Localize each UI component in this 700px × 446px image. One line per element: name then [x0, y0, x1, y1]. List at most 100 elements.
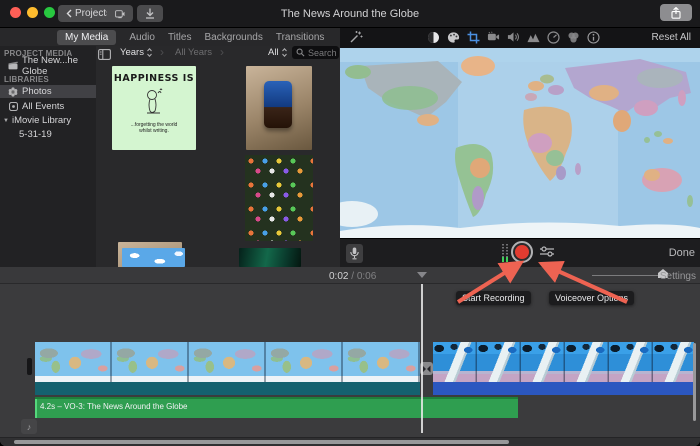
- disclosure-triangle-icon[interactable]: ▼: [3, 118, 9, 124]
- clip-filter-icon[interactable]: [567, 30, 580, 44]
- timeline-clip-waterfall-video[interactable]: [433, 342, 694, 382]
- zoom-window-button[interactable]: [44, 7, 55, 18]
- media-thumbnail-game-clouds[interactable]: [122, 248, 185, 267]
- sidebar-item-all-events[interactable]: All Events: [0, 100, 96, 113]
- titlebar: Projects The News Around the Globe: [0, 0, 700, 28]
- sidebar-item-imovie-library[interactable]: ▼ iMovie Library: [0, 114, 96, 127]
- media-thumbnail-happiness-card[interactable]: HAPPINESS IS ...forgetting the world whi…: [112, 66, 196, 150]
- media-browser: Years › All Years › All Search HAPPINESS…: [96, 46, 340, 267]
- share-button[interactable]: [660, 4, 692, 21]
- sidebar-item-label: All Events: [22, 101, 64, 112]
- pane-toggle-icon: [98, 49, 111, 60]
- microphone-icon: [350, 247, 359, 260]
- settings-button[interactable]: Settings: [660, 271, 696, 282]
- audio-level-meter: [502, 244, 508, 262]
- done-button[interactable]: Done: [669, 247, 695, 259]
- sidebar-item-photos[interactable]: Photos: [0, 85, 96, 98]
- minimize-window-button[interactable]: [27, 7, 38, 18]
- record-icon: [515, 245, 529, 259]
- viewer-panel: Reset All: [340, 28, 700, 267]
- reset-all-button[interactable]: Reset All: [652, 32, 691, 43]
- filter-dropdown[interactable]: All: [268, 47, 287, 58]
- current-time: 0:02: [329, 271, 348, 282]
- updown-chevrons-icon: [147, 48, 152, 57]
- browser-filter-row: Years › All Years › All Search: [96, 46, 340, 60]
- background-music-well[interactable]: ♪: [21, 419, 37, 434]
- breadcrumb-all-years[interactable]: All Years: [175, 47, 212, 58]
- timecode: 0:02 / 0:06: [329, 271, 376, 282]
- timeline: Start Recording Voiceover Options 4.2s –…: [0, 284, 700, 446]
- color-correction-icon[interactable]: [447, 30, 460, 44]
- timeline-clip-waterfall-audio-strip[interactable]: [433, 382, 694, 395]
- voiceover-options-icon: [539, 245, 555, 258]
- group-by-label: Years: [120, 47, 144, 58]
- media-thumbnail-homescreen[interactable]: [245, 155, 313, 241]
- viewer-toolbar: Reset All: [340, 28, 700, 48]
- timeline-hscroll-thumb[interactable]: [14, 440, 509, 444]
- voiceover-audio-clip[interactable]: 4.2s – VO-3: The News Around the Globe: [35, 397, 518, 418]
- enhance-wand-icon[interactable]: [349, 30, 363, 49]
- photos-flower-icon: [8, 87, 18, 97]
- tab-backgrounds[interactable]: Backgrounds: [204, 32, 262, 43]
- microphone-button[interactable]: [346, 244, 363, 263]
- media-thumbnail-can-photo[interactable]: [246, 66, 312, 150]
- sidebar-item-project[interactable]: The New...he Globe: [0, 59, 96, 72]
- search-placeholder: Search: [308, 48, 337, 58]
- total-duration: 0:06: [357, 271, 376, 282]
- import-button[interactable]: [137, 5, 163, 22]
- share-icon: [671, 7, 681, 19]
- voiceover-options-button[interactable]: [539, 245, 555, 263]
- tab-titles[interactable]: Titles: [168, 32, 192, 43]
- happiness-card-caption-line2: whilst writing.: [112, 128, 196, 134]
- chevron-left-icon: [66, 9, 72, 18]
- filter-label: All: [268, 47, 279, 58]
- camera-import-icon: [115, 9, 125, 19]
- media-thumbnail-aurora[interactable]: [239, 248, 301, 267]
- close-window-button[interactable]: [10, 7, 21, 18]
- sidebar-item-label: Photos: [22, 86, 52, 97]
- projects-back-label: Projects: [75, 8, 111, 19]
- timeline-zoom-slider[interactable]: [592, 275, 660, 276]
- updown-chevrons-icon: [282, 48, 287, 57]
- media-tabbar: My Media Audio Titles Backgrounds Transi…: [0, 28, 340, 46]
- sidebar-item-label: 5-31-19: [19, 129, 52, 140]
- pane-toggle-button[interactable]: [98, 47, 111, 65]
- color-balance-icon[interactable]: [427, 30, 440, 44]
- sidebar-item-label: iMovie Library: [12, 115, 71, 126]
- voiceover-clip-label: 4.2s – VO-3: The News Around the Globe: [40, 402, 188, 411]
- search-input[interactable]: Search: [292, 46, 339, 59]
- playhead-line[interactable]: [421, 284, 423, 433]
- search-icon: [296, 48, 305, 57]
- music-note-icon: ♪: [27, 422, 32, 432]
- timeline-clip-map-audio-strip[interactable]: [35, 382, 420, 395]
- tooltip-start-recording: Start Recording: [456, 291, 531, 305]
- tab-transitions[interactable]: Transitions: [276, 32, 325, 43]
- tab-my-media[interactable]: My Media: [57, 30, 116, 45]
- breadcrumb-chevron-icon: ›: [160, 46, 164, 59]
- speed-icon[interactable]: [547, 30, 560, 44]
- doodle-drawing: [112, 87, 196, 122]
- group-by-dropdown[interactable]: Years: [120, 47, 152, 58]
- events-icon: [8, 102, 18, 111]
- volume-icon[interactable]: [507, 30, 520, 44]
- noise-reduction-icon[interactable]: [527, 30, 540, 44]
- crop-icon[interactable]: [467, 30, 480, 44]
- playhead-marker[interactable]: [417, 272, 427, 278]
- transport-bar: 0:02 / 0:06 Settings: [0, 267, 700, 284]
- stabilization-icon[interactable]: [487, 30, 500, 44]
- happiness-card-title: HAPPINESS IS: [112, 73, 196, 84]
- info-icon[interactable]: [587, 30, 600, 44]
- start-recording-button[interactable]: [511, 241, 533, 263]
- libraries-sidebar: PROJECT MEDIA The New...he Globe LIBRARI…: [0, 46, 96, 267]
- libraries-header: LIBRARIES: [4, 75, 49, 84]
- voiceover-bar: Done: [340, 238, 700, 267]
- timeline-hscroll-track[interactable]: [0, 437, 700, 446]
- clapperboard-icon: [8, 61, 18, 70]
- tab-audio[interactable]: Audio: [129, 32, 155, 43]
- import-media-button[interactable]: [107, 5, 133, 22]
- timeline-clip-map-video[interactable]: [35, 342, 420, 382]
- sidebar-item-event-date[interactable]: 5-31-19: [0, 128, 96, 141]
- timeline-vscroll-thumb[interactable]: [693, 343, 696, 421]
- clip-trim-handle[interactable]: [27, 358, 32, 375]
- import-arrow-icon: [145, 8, 155, 19]
